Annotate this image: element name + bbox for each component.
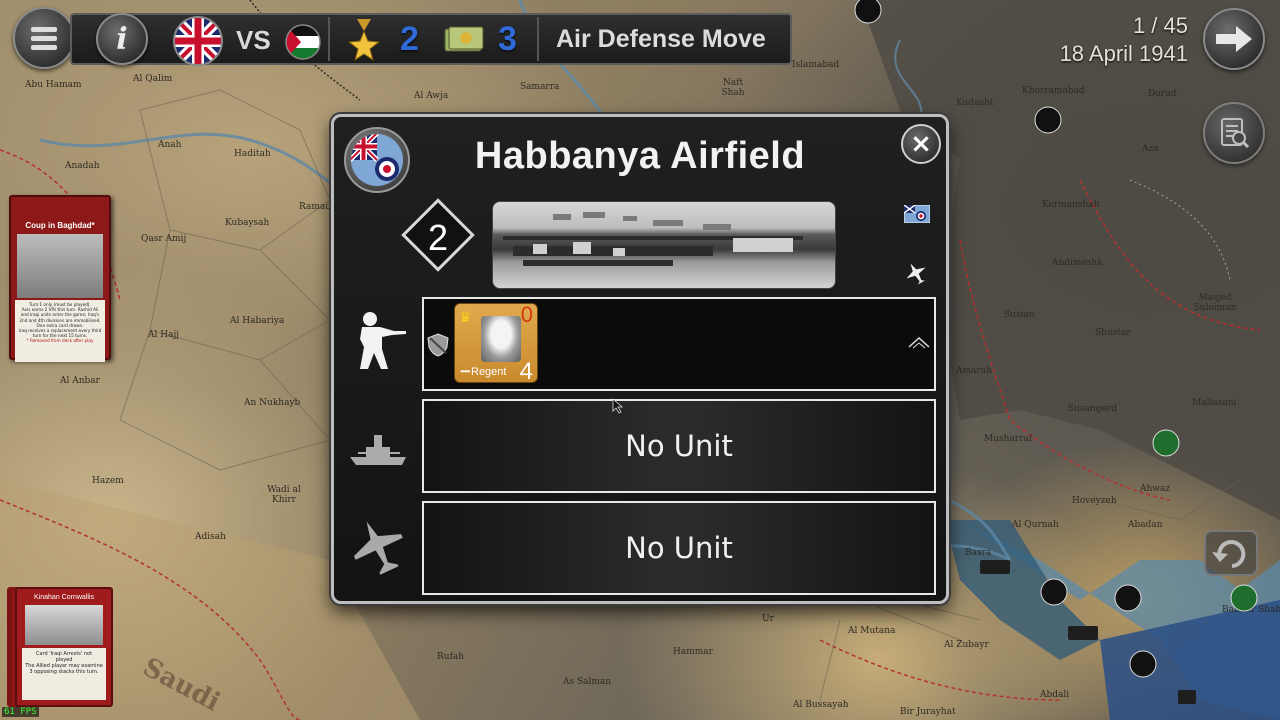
versus-label: VS (236, 25, 271, 55)
dialog-title: Habbanya Airfield (474, 135, 806, 177)
battleship-icon (350, 435, 406, 465)
close-button[interactable]: × (901, 124, 941, 164)
airfield-photo (492, 201, 836, 289)
turn-info: 1 / 45 18 April 1941 (1060, 12, 1188, 68)
union-jack-flag-icon (173, 16, 223, 66)
resources-value: 3 (498, 20, 517, 58)
location-dialog: Habbanya Airfield × 2 ♛ 0 − Regent 4 No … (331, 114, 949, 604)
victory-value: 2 (427, 217, 449, 258)
report-magnifier-icon (1221, 118, 1250, 149)
leader-card[interactable]: Kinahan Cornwallis Card 'Iraqi Arrests' … (15, 587, 113, 707)
phase-label: Air Defense Move (556, 25, 766, 53)
top-status-bar: i VS 2 3 Air Defense Move (70, 13, 792, 66)
info-button[interactable]: i (96, 13, 148, 65)
leader-card-text: 3 opposing stacks this turn. (29, 669, 99, 675)
naval-unit-slot[interactable]: No Unit (422, 399, 936, 493)
leader-card-title: Kinahan Cornwallis (34, 594, 94, 601)
event-card-photo (17, 234, 103, 298)
next-turn-button[interactable] (1203, 8, 1265, 70)
event-card-title: Coup in Baghdad* (25, 221, 95, 230)
land-unit-slot[interactable]: ♛ 0 − Regent 4 (422, 297, 936, 391)
event-card-note: * Removed from deck after play (26, 338, 94, 344)
fighter-plane-icon (354, 521, 403, 575)
unit-defense-value: 4 (519, 358, 533, 385)
report-button[interactable] (1203, 102, 1265, 164)
leader-card-photo (25, 605, 103, 645)
unit-name: Regent (471, 366, 507, 378)
unit-portrait (481, 316, 521, 362)
terrain-hill-icon (908, 336, 930, 349)
unit-counter-regent[interactable]: ♛ 0 − Regent 4 (454, 302, 538, 385)
money-stack-icon (444, 26, 484, 52)
turn-counter: 1 / 45 (1132, 13, 1188, 38)
shield-icon (427, 333, 449, 357)
iraq-flag-icon (285, 24, 321, 60)
leader-card-body: Card 'Iraqi Arrests' not played The Alli… (22, 648, 106, 700)
crown-icon: ♛ (459, 310, 472, 326)
raf-ensign-flag-icon (904, 205, 930, 223)
menu-button[interactable] (13, 7, 75, 69)
arrow-right-icon (1216, 26, 1252, 52)
event-card-text: and Iraqi units enter the game; Iraq's (20, 312, 100, 318)
naval-no-unit-label: No Unit (625, 429, 733, 463)
airfield-photo-image (503, 212, 803, 266)
close-icon: × (910, 129, 932, 159)
mouse-cursor-icon (612, 398, 624, 414)
unit-reduced-marker: − (459, 362, 472, 380)
infantry-soldier-icon (360, 312, 406, 369)
event-card-body: Turn 1 only (must be played). Axis earns… (15, 300, 105, 362)
fps-counter: 61 FPS (2, 707, 39, 717)
airplane-icon (906, 263, 926, 285)
hamburger-menu-icon (31, 23, 57, 54)
undo-button[interactable] (1204, 530, 1258, 576)
undo-icon (1212, 540, 1246, 568)
victory-points-value: 2 (400, 20, 419, 58)
turn-date: 18 April 1941 (1059, 41, 1188, 66)
air-no-unit-label: No Unit (625, 531, 733, 565)
air-unit-slot[interactable]: No Unit (422, 501, 936, 595)
event-card[interactable]: Coup in Baghdad* Turn 1 only (must be pl… (9, 195, 111, 362)
unit-attack-value: 0 (520, 302, 533, 327)
info-icon: i (116, 21, 128, 57)
medal-star-icon (348, 19, 380, 61)
